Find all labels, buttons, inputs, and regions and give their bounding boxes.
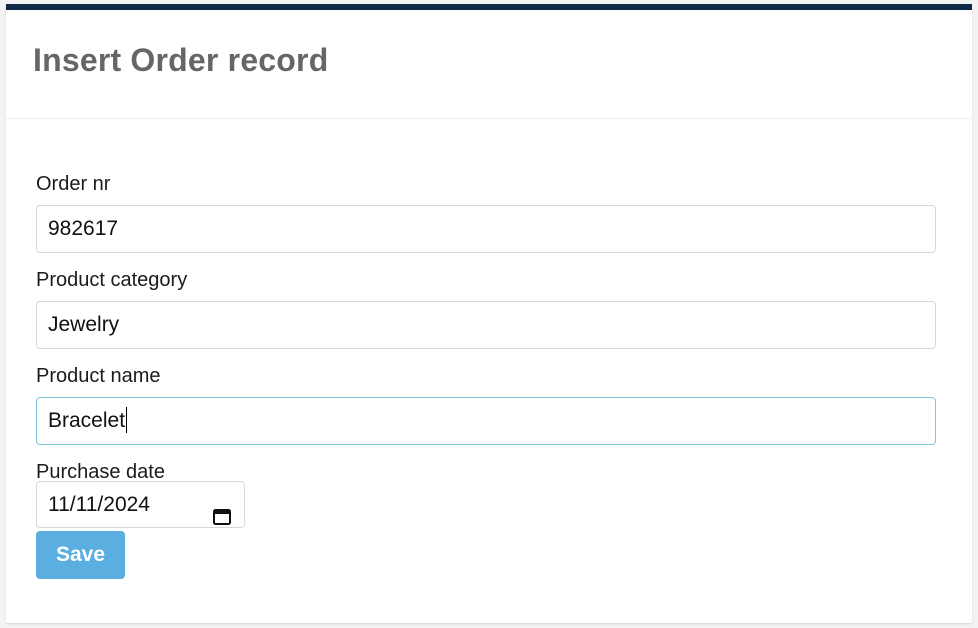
order-nr-field[interactable]: 982617 <box>36 205 936 253</box>
card-header: Insert Order record <box>6 10 972 119</box>
purchase-date-field[interactable]: 11/11/2024 <box>36 481 245 528</box>
purchase-date-value: 11/11/2024 <box>48 493 150 516</box>
page-title: Insert Order record <box>33 42 329 78</box>
product-name-value: Bracelet <box>48 409 126 432</box>
product-category-value: Jewelry <box>48 313 120 336</box>
product-category-label: Product category <box>36 269 188 291</box>
product-name-label: Product name <box>36 365 161 387</box>
insert-order-card: Insert Order record Order nr 982617 Prod… <box>6 4 972 623</box>
save-button[interactable]: Save <box>36 531 125 579</box>
text-caret <box>126 406 128 433</box>
product-category-field[interactable]: Jewelry <box>36 301 936 349</box>
calendar-icon[interactable] <box>213 496 231 525</box>
product-name-field[interactable]: Bracelet <box>36 397 936 445</box>
page: Insert Order record Order nr 982617 Prod… <box>0 0 978 628</box>
order-nr-label: Order nr <box>36 173 111 195</box>
order-nr-value: 982617 <box>48 217 119 240</box>
